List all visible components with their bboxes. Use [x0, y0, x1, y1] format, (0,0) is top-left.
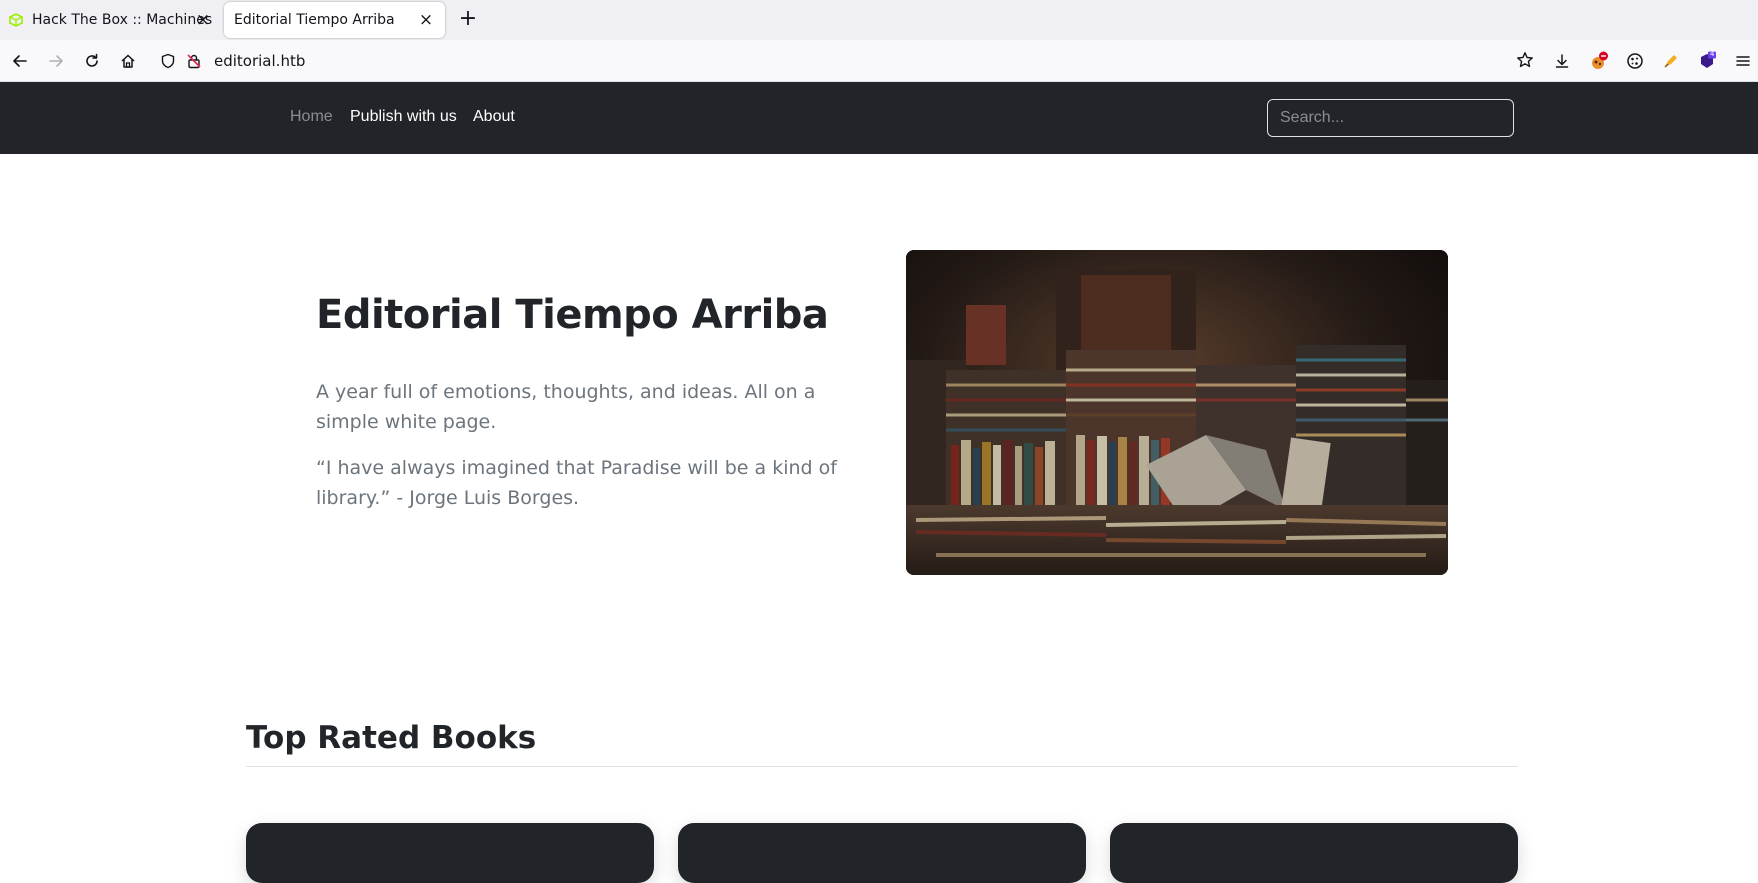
forward-arrow-icon[interactable]: [44, 49, 68, 73]
tab-hack-the-box[interactable]: Hack The Box :: Machines ×: [0, 2, 222, 38]
bookmark-star-icon[interactable]: [1516, 51, 1534, 73]
close-tab-icon[interactable]: ×: [194, 11, 212, 29]
tab-editorial[interactable]: Editorial Tiempo Arriba ×: [224, 2, 445, 38]
insecure-lock-icon[interactable]: [186, 53, 202, 73]
browser-toolbar: editorial.htb 4: [0, 40, 1758, 82]
book-card[interactable]: [678, 823, 1086, 883]
extension-badge-icon[interactable]: 4: [1695, 49, 1719, 73]
new-tab-plus-icon[interactable]: +: [456, 8, 480, 32]
hero-description: A year full of emotions, thoughts, and i…: [316, 381, 816, 433]
extension-badge-count: 4: [1710, 50, 1715, 58]
url-bar[interactable]: editorial.htb: [152, 45, 1542, 77]
nav-link-home[interactable]: Home: [290, 108, 333, 126]
hero-quote: “I have always imagined that Paradise wi…: [316, 457, 837, 509]
section-title-top-rated-books: Top Rated Books: [246, 720, 537, 756]
extension-pen-icon[interactable]: [1659, 49, 1683, 73]
nav-link-about[interactable]: About: [473, 108, 515, 126]
search-input[interactable]: [1267, 99, 1514, 137]
tab-title: Hack The Box :: Machines: [32, 12, 213, 28]
url-text[interactable]: editorial.htb: [214, 52, 305, 70]
tab-title: Editorial Tiempo Arriba: [234, 12, 395, 28]
section-divider: [246, 766, 1518, 767]
browser-tab-bar: Hack The Box :: Machines × Editorial Tie…: [0, 0, 1758, 40]
hackthebox-cube-icon: [8, 12, 24, 28]
nav-link-publish-with-us[interactable]: Publish with us: [350, 108, 457, 126]
menu-hamburger-icon[interactable]: [1731, 49, 1755, 73]
tracking-shield-icon[interactable]: [160, 53, 176, 73]
cookie-icon[interactable]: [1623, 49, 1647, 73]
extension-blocker-icon[interactable]: [1587, 49, 1611, 73]
close-tab-icon[interactable]: ×: [417, 11, 435, 29]
book-card[interactable]: [246, 823, 654, 883]
site-navbar: Home Publish with us About: [0, 82, 1758, 154]
book-card[interactable]: [1110, 823, 1518, 883]
download-icon[interactable]: [1550, 49, 1574, 73]
bookshelf-photo: [906, 250, 1448, 575]
hero-title: Editorial Tiempo Arriba: [316, 292, 829, 338]
home-icon[interactable]: [116, 49, 140, 73]
reload-icon[interactable]: [80, 49, 104, 73]
back-arrow-icon[interactable]: [8, 49, 32, 73]
